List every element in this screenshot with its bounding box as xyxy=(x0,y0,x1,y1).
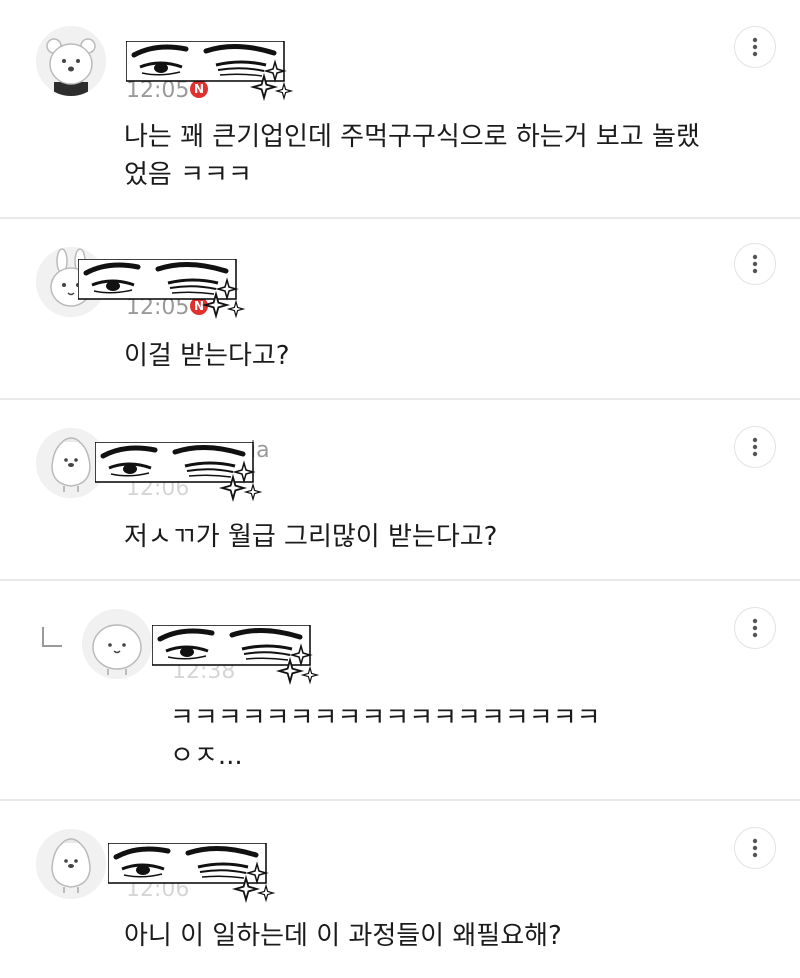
more-vertical-icon xyxy=(752,618,758,638)
more-vertical-icon xyxy=(752,838,758,858)
more-vertical-icon xyxy=(752,37,758,57)
more-options-button[interactable] xyxy=(734,827,776,869)
smug-eyes-sticker-icon xyxy=(126,41,296,101)
smug-eyes-sticker-icon xyxy=(108,843,278,903)
mochi-avatar-icon[interactable] xyxy=(82,609,152,679)
more-vertical-icon xyxy=(752,437,758,457)
smug-eyes-sticker-icon xyxy=(152,625,322,685)
comment-text: 저ㅅㄲ가 월급 그리많이 받는다고? xyxy=(124,522,498,552)
bear-avatar-icon[interactable] xyxy=(36,26,106,96)
reply-arrow-icon xyxy=(42,627,62,647)
comment-text: 나는 꽤 큰기업인데 주먹구구식으로 하는거 보고 놀랬 었음 ㅋㅋㅋ xyxy=(124,122,700,190)
more-vertical-icon xyxy=(752,254,758,274)
more-options-button[interactable] xyxy=(734,26,776,68)
smug-eyes-sticker-icon xyxy=(95,442,265,502)
more-options-button[interactable] xyxy=(734,607,776,649)
comment-item: ia 12:06 저ㅅㄲ가 월급 그리많이 받는다고? xyxy=(0,400,800,581)
comment-item: 12:05 N 나는 꽤 큰기업인데 주먹구구식으로 하는거 보고 놀랬 었음 … xyxy=(0,0,800,219)
more-options-button[interactable] xyxy=(734,243,776,285)
comment-item: 12:05 N 이걸 받는다고? xyxy=(0,219,800,400)
comment-text: 아니 이 일하는데 이 과정들이 왜필요해? xyxy=(124,921,562,951)
comment-text: ㅋㅋㅋㅋㅋㅋㅋㅋㅋㅋㅋㅋㅋㅋㅋㅋㅋㅋ ㅇㅈ... xyxy=(170,703,601,771)
reply-item: 12:38 ㅋㅋㅋㅋㅋㅋㅋㅋㅋㅋㅋㅋㅋㅋㅋㅋㅋㅋ ㅇㅈ... xyxy=(0,581,800,801)
comment-text: 이걸 받는다고? xyxy=(124,341,290,371)
more-options-button[interactable] xyxy=(734,426,776,468)
penguin-avatar-icon[interactable] xyxy=(36,829,106,899)
smug-eyes-sticker-icon xyxy=(78,259,248,319)
comment-item: 12:06 아니 이 일하는데 이 과정들이 왜필요해? xyxy=(0,801,800,978)
